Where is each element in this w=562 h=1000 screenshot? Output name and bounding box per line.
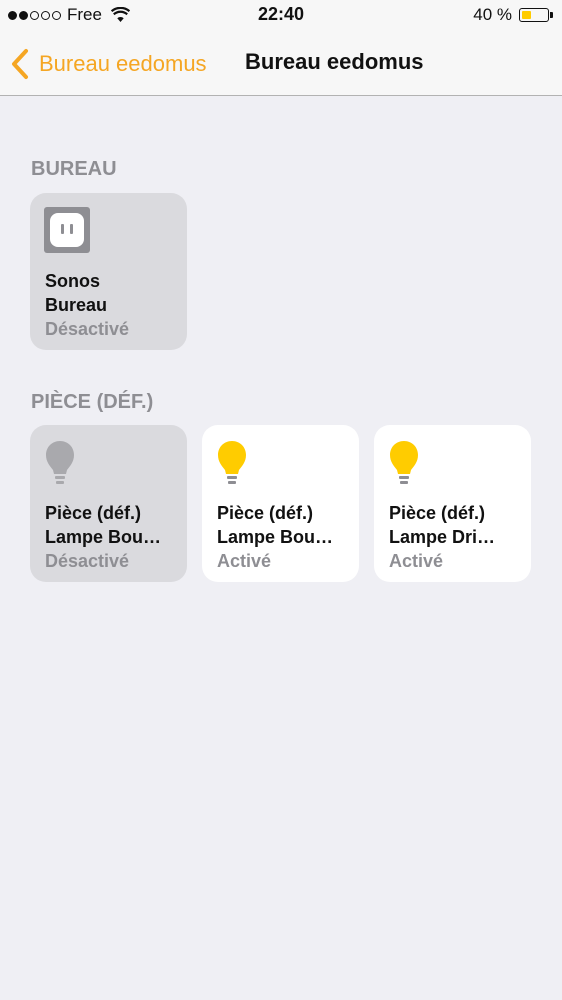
accessory-tile-lampe-dri[interactable]: Pièce (déf.) Lampe Dri… Activé — [374, 425, 531, 582]
back-button-label: Bureau eedomus — [39, 51, 207, 76]
back-button[interactable]: Bureau eedomus — [10, 46, 207, 82]
tile-name-line1: Pièce (déf.) — [45, 503, 142, 523]
accessory-tile-lampe-bou-1[interactable]: Pièce (déf.) Lampe Bou… Désactivé — [30, 425, 187, 582]
tile-status: Activé — [217, 551, 272, 571]
tile-status: Désactivé — [45, 319, 130, 339]
lightbulb-icon — [218, 441, 246, 484]
status-bar: Free 22:40 40 % — [0, 0, 562, 32]
section-header-piece-def: PIÈCE (DÉF.) — [31, 391, 154, 413]
battery-tip — [550, 12, 553, 18]
tile-name-line2: Lampe Bou… — [45, 527, 162, 547]
tile-status: Désactivé — [45, 551, 130, 571]
accessory-tile-sonos-bureau[interactable]: Sonos Bureau Désactivé — [30, 193, 187, 350]
tile-name-line1: Pièce (déf.) — [389, 503, 486, 523]
navigation-bar: Bureau eedomus Bureau eedomus — [0, 32, 562, 96]
tile-name-line1: Pièce (déf.) — [217, 503, 314, 523]
page-title: Bureau eedomus — [245, 49, 424, 74]
tile-name-line2: Bureau — [45, 295, 108, 315]
tile-text: Pièce (déf.) Lampe Bou… Activé — [217, 501, 351, 573]
accessory-tile-lampe-bou-2[interactable]: Pièce (déf.) Lampe Bou… Activé — [202, 425, 359, 582]
outlet-icon — [44, 207, 90, 253]
tile-name-line2: Lampe Dri… — [389, 527, 496, 547]
lightbulb-icon — [46, 441, 74, 484]
section-header-bureau: BUREAU — [31, 158, 117, 180]
tile-name-line2: Lampe Bou… — [217, 527, 334, 547]
battery-percentage: 40 % — [473, 5, 512, 24]
tile-text: Pièce (déf.) Lampe Bou… Désactivé — [45, 501, 179, 573]
battery-level-fill — [521, 10, 532, 19]
battery-icon — [519, 8, 549, 22]
home-room-screen: Free 22:40 40 % Bureau eedomus Bureau ee… — [0, 0, 562, 1000]
tile-status: Activé — [389, 551, 444, 571]
chevron-left-icon — [12, 49, 28, 79]
tile-name-line1: Sonos — [45, 271, 101, 291]
tile-text: Sonos Bureau Désactivé — [45, 269, 179, 341]
tile-text: Pièce (déf.) Lampe Dri… Activé — [389, 501, 523, 573]
lightbulb-icon — [390, 441, 418, 484]
